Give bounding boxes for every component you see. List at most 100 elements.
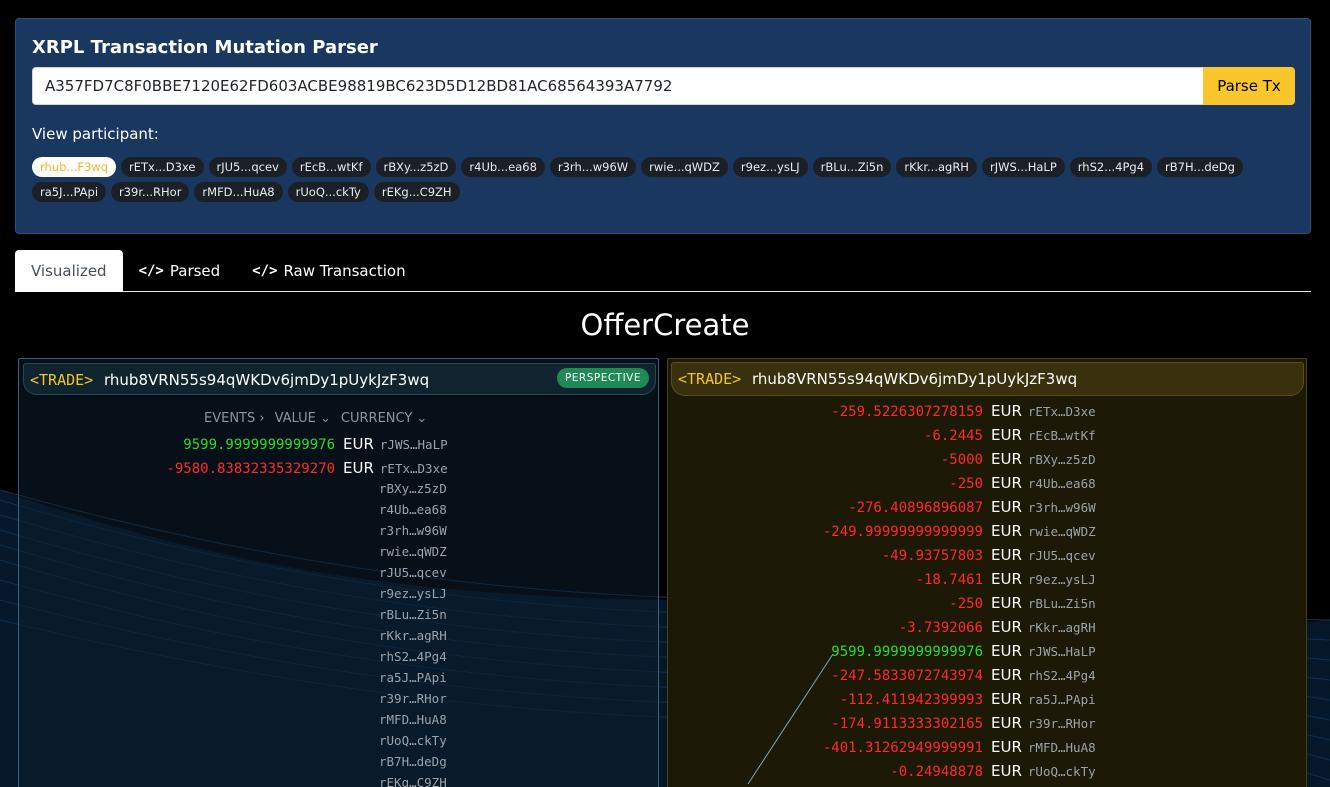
- counterparty-account[interactable]: rJWS…HaLP: [380, 437, 448, 452]
- tab-parsed[interactable]: </> Parsed: [123, 250, 237, 292]
- transaction-type-title: OfferCreate: [580, 308, 750, 342]
- participant-chip[interactable]: rEcB...wtKf: [291, 157, 371, 177]
- balance-change-row: -250 EUR r4Ub…ea68: [668, 474, 1096, 492]
- participant-chip[interactable]: r4Ub...ea68: [461, 157, 545, 177]
- participant-account-label[interactable]: r4Ub…ea68: [379, 502, 447, 517]
- counterparty-account[interactable]: rUoQ…ckTy: [1028, 764, 1096, 779]
- counterparty-account[interactable]: ra5J…PApi: [1028, 692, 1096, 707]
- participant-label: View participant:: [32, 125, 159, 143]
- balance-value: -247.5833072743974: [831, 668, 983, 684]
- balance-change-row: 9599.9999999999976 EUR rJWS…HaLP: [19, 435, 448, 453]
- currency-code: EUR: [991, 402, 1022, 420]
- tab-parsed-label: Parsed: [169, 262, 221, 280]
- counterparty-account[interactable]: rhS2…4Pg4: [1028, 668, 1096, 683]
- participant-chip[interactable]: r3rh...w96W: [549, 157, 637, 177]
- counterparty-account[interactable]: rJU5…qcev: [1028, 548, 1096, 563]
- currency-code: EUR: [991, 642, 1022, 660]
- participant-chip[interactable]: rBXy...z5zD: [375, 157, 457, 177]
- participant-account-label[interactable]: rBXy…z5zD: [379, 481, 447, 496]
- counterparty-account[interactable]: r3rh…w96W: [1028, 500, 1096, 515]
- balance-change-row: -6.2445 EUR rEcB…wtKf: [668, 426, 1096, 444]
- balance-change-row: -247.5833072743974 EUR rhS2…4Pg4: [668, 666, 1096, 684]
- balance-value: -259.5226307278159: [831, 404, 983, 420]
- participant-chip[interactable]: rhS2...4Pg4: [1069, 157, 1153, 177]
- participant-chip[interactable]: r9ez...ysLJ: [732, 157, 808, 177]
- participant-chip[interactable]: r39r...RHor: [111, 182, 190, 202]
- participant-account-label[interactable]: rBLu…Zi5n: [379, 607, 447, 622]
- balance-value: -49.93757803: [881, 548, 983, 564]
- participant-chip[interactable]: rB7H...deDg: [1157, 157, 1243, 177]
- tx-hash-input[interactable]: [32, 67, 1204, 105]
- counterparty-account[interactable]: rEcB…wtKf: [1028, 428, 1096, 443]
- counterparty-account[interactable]: rJWS…HaLP: [1028, 644, 1096, 659]
- trade-account: rhub8VRN55s94qWKDv6jmDy1pUykJzF3wq: [752, 370, 1078, 388]
- counterparty-account[interactable]: rETx…D3xe: [1028, 404, 1096, 419]
- currency-code: EUR: [343, 459, 374, 477]
- counterparty-account[interactable]: rKkr…agRH: [1028, 620, 1096, 635]
- balance-change-row: -18.7461 EUR r9ez…ysLJ: [668, 570, 1096, 588]
- participant-chip[interactable]: rBLu...Zi5n: [812, 157, 892, 177]
- currency-code: EUR: [343, 435, 374, 453]
- balance-change-row: 9599.9999999999976 EUR rJWS…HaLP: [668, 642, 1096, 660]
- currency-code: EUR: [991, 714, 1022, 732]
- currency-code: EUR: [991, 666, 1022, 684]
- counterparty-account[interactable]: rBXy…z5zD: [1028, 452, 1096, 467]
- counterparty-account[interactable]: r9ez…ysLJ: [1028, 572, 1096, 587]
- counterparty-account[interactable]: rBLu…Zi5n: [1028, 596, 1096, 611]
- participant-chip[interactable]: rwie...qWDZ: [641, 157, 728, 177]
- participant-account-label[interactable]: rwie…qWDZ: [379, 544, 447, 559]
- balance-value: -112.411942399993: [839, 692, 983, 708]
- currency-code: EUR: [991, 690, 1022, 708]
- perspective-badge: PERSPECTIVE: [556, 368, 649, 388]
- participant-chip[interactable]: ra5J...PApi: [32, 182, 107, 202]
- balance-change-row: -3.7392066 EUR rKkr…agRH: [668, 618, 1096, 636]
- counterparty-account[interactable]: rwie…qWDZ: [1028, 524, 1096, 539]
- tab-visualized[interactable]: Visualized: [15, 250, 123, 292]
- participant-account-label[interactable]: r3rh…w96W: [379, 523, 447, 538]
- participant-chip[interactable]: rhub...F3wq: [32, 157, 117, 177]
- currency-code: EUR: [991, 762, 1022, 780]
- balance-value: -9580.83832335329270: [166, 461, 335, 477]
- participant-chip[interactable]: rUoQ...ckTy: [287, 182, 369, 202]
- counterparty-account[interactable]: r39r…RHor: [1028, 716, 1096, 731]
- balance-value: -0.24948878: [890, 764, 983, 780]
- participant-account-label[interactable]: ra5J…PApi: [379, 670, 447, 685]
- participant-chip[interactable]: rJWS...HaLP: [981, 157, 1065, 177]
- balance-change-row: -5000 EUR rBXy…z5zD: [668, 450, 1096, 468]
- participant-account-label[interactable]: rUoQ…ckTy: [379, 733, 447, 748]
- events-column-header[interactable]: EVENTS ›: [204, 411, 265, 426]
- perspective-trade-panel: <TRADE> rhub8VRN55s94qWKDv6jmDy1pUykJzF3…: [18, 358, 659, 787]
- participant-account-label[interactable]: rMFD…HuA8: [379, 712, 447, 727]
- counterparty-account[interactable]: rMFD…HuA8: [1028, 740, 1096, 755]
- currency-code: EUR: [991, 522, 1022, 540]
- participant-account-label[interactable]: rJU5…qcev: [379, 565, 447, 580]
- participant-account-label[interactable]: rKkr…agRH: [379, 628, 447, 643]
- counterparty-trade-panel: <TRADE> rhub8VRN55s94qWKDv6jmDy1pUykJzF3…: [667, 358, 1307, 787]
- balance-change-row: -0.24948878 EUR rUoQ…ckTy: [668, 762, 1096, 780]
- currency-column-header[interactable]: CURRENCY ⌄: [341, 411, 427, 426]
- participant-chip[interactable]: rJU5...qcev: [208, 157, 287, 177]
- participant-chip[interactable]: rKkr...agRH: [896, 157, 977, 177]
- code-icon: </>: [138, 263, 164, 279]
- counterparty-account[interactable]: r4Ub…ea68: [1028, 476, 1096, 491]
- participant-account-label[interactable]: r39r…RHor: [379, 691, 447, 706]
- participant-account-label[interactable]: rEKg…C9ZH: [379, 775, 447, 787]
- counterparty-account[interactable]: rETx…D3xe: [380, 461, 448, 476]
- code-icon: </>: [252, 263, 278, 279]
- balance-value: 9599.9999999999976: [831, 644, 983, 660]
- participant-chip[interactable]: rEKg...C9ZH: [373, 182, 460, 202]
- parse-tx-button[interactable]: Parse Tx: [1203, 67, 1295, 105]
- participant-account-label[interactable]: rhS2…4Pg4: [379, 649, 447, 664]
- balance-change-row: -401.31262949999991 EUR rMFD…HuA8: [668, 738, 1096, 756]
- balance-value: -3.7392066: [898, 620, 983, 636]
- tab-raw-transaction[interactable]: </> Raw Transaction: [236, 250, 421, 292]
- value-column-header[interactable]: VALUE ⌄: [275, 411, 331, 426]
- balance-value: -174.9113333302165: [831, 716, 983, 732]
- trade-header: <TRADE> rhub8VRN55s94qWKDv6jmDy1pUykJzF3…: [671, 362, 1304, 396]
- participant-chip[interactable]: rMFD...HuA8: [194, 182, 283, 202]
- participant-account-label[interactable]: rB7H…deDg: [379, 754, 447, 769]
- balance-value: 9599.9999999999976: [183, 437, 335, 453]
- currency-code: EUR: [991, 450, 1022, 468]
- participant-account-label[interactable]: r9ez…ysLJ: [379, 586, 447, 601]
- participant-chip[interactable]: rETx...D3xe: [121, 157, 204, 177]
